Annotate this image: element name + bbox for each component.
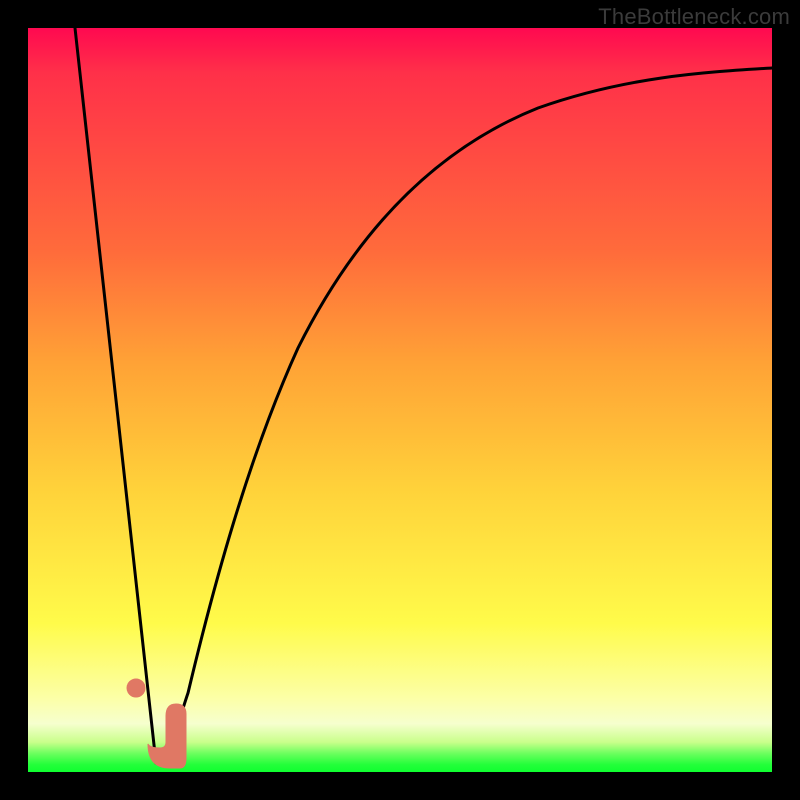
- plot-area: [28, 28, 772, 772]
- bottleneck-curve: [75, 28, 772, 763]
- watermark-text: TheBottleneck.com: [598, 4, 790, 30]
- marker-dot-icon: [127, 679, 145, 697]
- chart-svg: [28, 28, 772, 772]
- chart-frame: TheBottleneck.com: [0, 0, 800, 800]
